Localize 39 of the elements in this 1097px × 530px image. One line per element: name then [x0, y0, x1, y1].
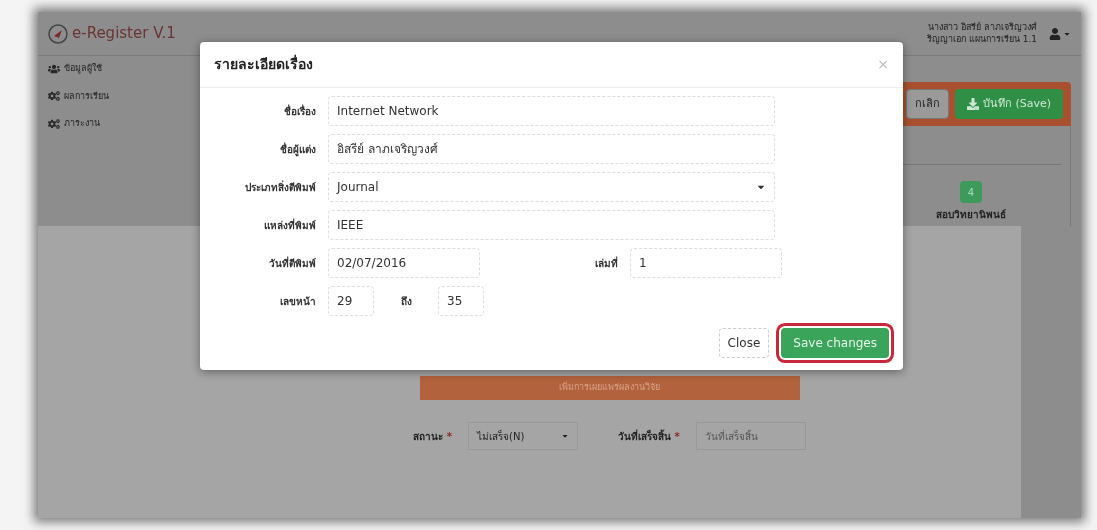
date-label: วันที่เสร็จสิ้น * — [618, 428, 680, 444]
input-field[interactable]: 29 — [328, 286, 374, 316]
input-field[interactable]: 35 — [438, 286, 484, 316]
user-program: ริญญาเอก แผนการเรียน 1.1 — [926, 33, 1037, 45]
cancel-button[interactable]: กเลิก — [905, 89, 949, 119]
user-menu[interactable] — [1049, 27, 1071, 40]
sidebar-item[interactable]: ภาระงาน — [48, 117, 198, 131]
field-label: เล่มที่ — [594, 255, 618, 271]
user-icon — [1049, 27, 1061, 40]
input-field[interactable]: Internet Network — [328, 96, 775, 126]
field-label: แหล่งที่พิมพ์ — [263, 217, 316, 233]
status-label: สถานะ * — [413, 429, 452, 444]
select-field[interactable]: Journal — [328, 172, 775, 202]
status-select[interactable]: ไม่เสร็จ(N) — [468, 422, 578, 450]
input-field[interactable]: IEEE — [328, 210, 775, 240]
field-label: เลขหน้า — [279, 294, 316, 309]
caret-icon — [561, 432, 569, 440]
date-field[interactable]: วันที่เสร็จสิ้น — [695, 422, 806, 450]
cogs-icon — [48, 117, 60, 130]
input-field[interactable]: 02/07/2016 — [328, 248, 480, 278]
close-button[interactable]: Close — [718, 328, 770, 358]
banner: เพิ่มการเผยแพร่ผลงานวิจัย — [419, 376, 800, 400]
cogs-icon — [48, 90, 60, 103]
field-label: ชื่อผู้แต่ง — [279, 141, 316, 157]
modal-title: รายละเอียดเรื่อง — [214, 54, 313, 74]
field-label: ประเภทสิ่งตีพิมพ์ — [244, 179, 316, 195]
field-label: ถึง — [399, 294, 413, 309]
step-label: สอบวิทยานิพนธ์ — [936, 208, 1006, 222]
sidebar-item[interactable]: ข้อมูลผู้ใช้ — [48, 62, 198, 76]
download-icon — [966, 98, 979, 110]
logo-icon — [48, 23, 68, 44]
field-label: วันที่ตีพิมพ์ — [268, 255, 316, 271]
users-icon — [48, 62, 60, 75]
sidebar-item[interactable]: ผลการเรียน — [48, 89, 198, 103]
field-label: ชื่อเรื่อง — [283, 103, 316, 119]
input-field[interactable]: อิสรีย์ ลาภเจริญวงศ์ — [328, 134, 775, 164]
user-name: นางสาว อิสรีย์ ลาภเจริญวงศ์ — [928, 22, 1037, 34]
app-title: e-Register V.1 — [72, 23, 176, 45]
input-field[interactable]: 1 — [630, 248, 782, 278]
